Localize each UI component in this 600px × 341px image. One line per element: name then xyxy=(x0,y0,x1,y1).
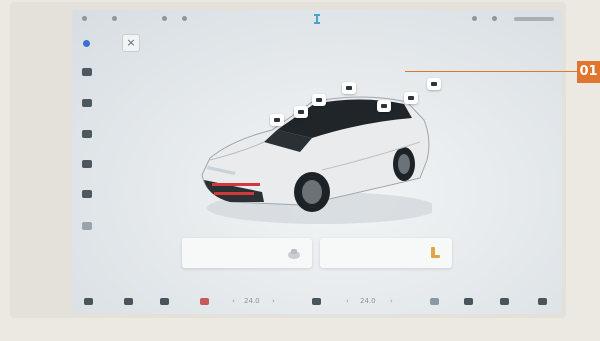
hotspot-sunroof[interactable] xyxy=(342,82,356,94)
right-temp-value: 24.0 xyxy=(360,297,376,305)
fan-dock-icon[interactable] xyxy=(312,298,321,305)
hotspot-window[interactable] xyxy=(312,94,326,106)
seat-icon xyxy=(426,245,442,261)
left-temp-decrease[interactable]: ‹ xyxy=(232,297,235,305)
vehicle-3d-view[interactable] xyxy=(192,78,441,230)
hotspot-door[interactable] xyxy=(377,100,391,112)
seat-heat-dock-icon[interactable] xyxy=(430,298,439,305)
hotspot-trunk[interactable] xyxy=(404,92,418,104)
bottom-dock: ‹ 24.0 › ‹ 24.0 › xyxy=(72,290,562,314)
hotspot-camera[interactable] xyxy=(427,78,441,90)
hotspot-light[interactable] xyxy=(270,114,284,126)
display-bezel: × ‹ 24.0 › ‹ 24.0 › xyxy=(10,2,566,318)
music-icon[interactable] xyxy=(464,298,473,305)
signal-icon xyxy=(82,16,87,23)
volume-icon xyxy=(472,16,477,23)
seat-control-icon[interactable] xyxy=(160,298,169,305)
fan-icon[interactable] xyxy=(82,130,92,138)
left-temp-increase[interactable]: › xyxy=(272,297,275,305)
settings-dock-icon[interactable] xyxy=(538,298,547,305)
infotainment-screen: × ‹ 24.0 › ‹ 24.0 › xyxy=(72,10,562,314)
camera-icon[interactable] xyxy=(82,190,92,198)
callout-badge: 01 xyxy=(577,61,600,83)
settings-icon[interactable] xyxy=(82,222,92,230)
left-temp-value: 24.0 xyxy=(244,297,260,305)
photo-background: × ‹ 24.0 › ‹ 24.0 › 01 xyxy=(0,0,600,341)
wrench-icon[interactable] xyxy=(82,160,92,168)
bluetooth-status-icon xyxy=(182,16,187,23)
phone-icon[interactable] xyxy=(200,298,209,305)
left-sidebar xyxy=(72,32,102,282)
right-temp-increase[interactable]: › xyxy=(390,297,393,305)
right-temp-decrease[interactable]: ‹ xyxy=(346,297,349,305)
car-ev-icon xyxy=(312,13,322,27)
seat-heat-icon xyxy=(286,245,302,261)
seat-card[interactable] xyxy=(320,238,452,268)
media-icon[interactable] xyxy=(82,99,92,107)
close-button[interactable]: × xyxy=(122,34,140,52)
network-icon xyxy=(112,16,117,23)
hotspot-mirror[interactable] xyxy=(294,106,308,118)
wifi-icon xyxy=(162,16,167,23)
bluetooth-icon[interactable] xyxy=(83,40,90,47)
status-bar xyxy=(72,10,562,30)
car-icon[interactable] xyxy=(82,68,92,76)
clock-text xyxy=(514,17,554,21)
seat-heat-card[interactable] xyxy=(182,238,312,268)
apps-icon[interactable] xyxy=(500,298,509,305)
battery-icon xyxy=(492,16,497,23)
callout-line xyxy=(405,71,577,72)
home-icon[interactable] xyxy=(84,298,93,305)
car-control-icon[interactable] xyxy=(124,298,133,305)
